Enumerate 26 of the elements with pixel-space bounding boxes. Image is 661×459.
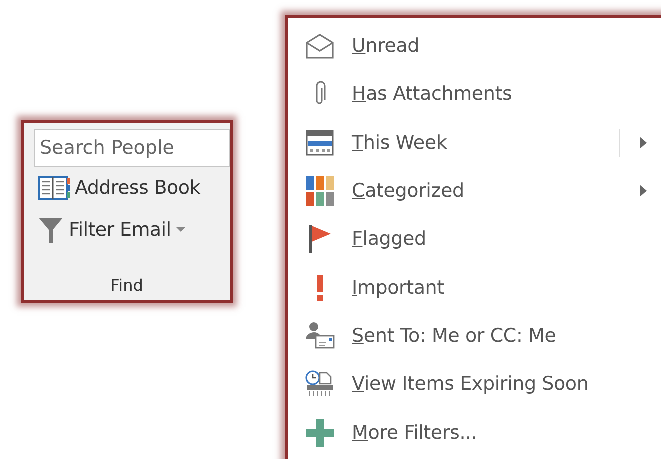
menu-item[interactable]: Flagged <box>288 215 661 264</box>
clock-shredder-icon <box>305 370 335 398</box>
plus-icon <box>306 418 334 447</box>
menu-item[interactable]: More Filters... <box>288 408 661 457</box>
open-envelope-icon <box>305 33 335 60</box>
person-mail-icon <box>304 322 336 350</box>
menu-item[interactable]: This Week <box>288 118 661 167</box>
menu-item[interactable]: Categorized <box>288 166 661 216</box>
menu-item[interactable]: Sent To: Me or CC: Me <box>288 312 661 360</box>
filter-email-button[interactable]: Filter Email <box>34 209 186 251</box>
menu-item[interactable]: Has Attachments <box>288 70 661 119</box>
address-book-button[interactable]: Address Book <box>34 167 200 209</box>
color-grid-icon <box>306 176 334 206</box>
caret-icon <box>176 227 186 233</box>
search-field[interactable]: Search People <box>34 129 230 167</box>
calendar-icon <box>306 130 334 156</box>
menu-item[interactable]: Unread <box>288 22 661 70</box>
exclamation-icon <box>316 274 324 301</box>
flag-icon <box>308 225 332 254</box>
group-label: Find <box>110 276 144 295</box>
funnel-icon <box>38 216 64 244</box>
menu-item[interactable]: View Items Expiring Soon <box>288 360 661 408</box>
submenu-arrow-icon <box>640 185 647 198</box>
book-icon <box>38 175 70 201</box>
menu-item[interactable]: Important <box>288 263 661 312</box>
submenu-arrow-icon <box>640 136 647 149</box>
